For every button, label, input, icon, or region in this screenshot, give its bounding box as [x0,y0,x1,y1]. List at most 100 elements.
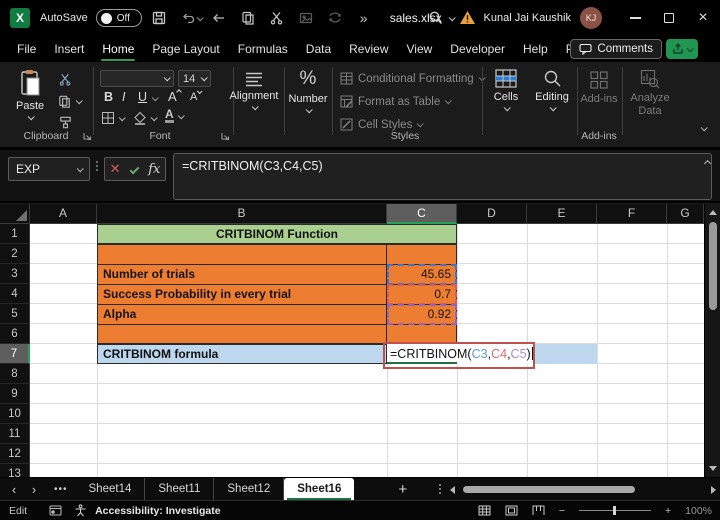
cells-button[interactable]: Cells [488,69,524,111]
new-sheet-button[interactable]: + [398,481,407,498]
scroll-right-icon[interactable] [711,486,716,494]
ribbon-tab[interactable]: Help [514,36,557,62]
alignment-button[interactable]: Alignment [226,71,282,110]
cancel-entry-button[interactable]: ✕ [110,161,121,177]
picture-button[interactable] [294,6,318,30]
cell-b6[interactable] [98,325,387,345]
font-dialog-launcher[interactable] [220,131,230,141]
search-button[interactable] [428,10,444,26]
formula-input[interactable]: =CRITBINOM(C3,C4,C5) [173,153,712,200]
cut-button-ribbon[interactable] [58,72,73,87]
autosave-toggle[interactable]: Off [96,9,142,27]
row-header-cell[interactable]: 3 [0,264,30,284]
ribbon-tab[interactable]: Insert [45,36,93,62]
format-as-table-button[interactable]: Format as Table [340,95,450,108]
row-header-cell[interactable]: 11 [0,424,30,444]
cell-b4-label[interactable]: Success Probability in every trial [98,285,387,304]
column-header-cell[interactable]: E [527,204,597,224]
ribbon-tab[interactable]: File [8,36,45,62]
row-header-cell[interactable]: 8 [0,364,30,384]
analyze-data-button[interactable]: Analyze Data [627,69,673,118]
normal-view-button[interactable] [478,505,491,516]
more-commands-button[interactable]: » [352,6,376,30]
underline-dropdown-icon[interactable] [152,94,159,101]
font-color-button[interactable]: A [165,109,183,123]
cells-area[interactable]: CRITBINOM Function Number of trials 45.6… [30,224,704,477]
font-name-select[interactable] [100,70,174,87]
zoom-slider[interactable] [579,510,651,511]
number-button[interactable]: % Number [286,68,330,113]
cell-c4-value[interactable]: 0.7 [387,285,456,304]
fill-color-button[interactable] [133,111,156,125]
workbook-title[interactable]: sales.xlsx [390,11,454,25]
ribbon-tab[interactable]: Home [93,36,143,62]
scroll-up-icon[interactable] [709,210,717,215]
prev-sheet-button[interactable]: ‹ [4,482,24,497]
row-header-cell[interactable]: 4 [0,284,30,304]
italic-button[interactable]: I [122,90,125,104]
save-button[interactable] [147,6,171,30]
maximize-button[interactable] [652,0,686,36]
sheet-tab[interactable]: Sheet12 [214,478,284,501]
collapse-ribbon-icon[interactable] [701,124,708,131]
addins-button[interactable]: Add-ins [580,70,618,105]
ribbon-tab[interactable]: Formulas [229,36,297,62]
column-header-cell[interactable]: C [387,204,457,224]
all-sheets-button[interactable]: ••• [54,484,68,495]
cell-c5-value[interactable]: 0.92 [387,305,456,324]
sheet-tab[interactable]: Sheet16 [284,478,354,501]
cell-b2[interactable] [98,245,387,264]
sheet-tab[interactable]: Sheet14 [76,478,146,501]
column-header-cell[interactable]: G [667,204,704,224]
cell-b7-label[interactable]: CRITBINOM formula [97,344,387,364]
row-header-cell[interactable]: 13 [0,464,30,477]
bold-button[interactable]: B [104,90,113,104]
accessibility-button[interactable] [74,504,87,517]
row-header-cell[interactable]: 6 [0,324,30,344]
zoom-slider-thumb[interactable] [613,506,616,515]
share-button[interactable] [666,39,698,59]
ribbon-tab[interactable]: Review [340,36,397,62]
column-header-cell[interactable]: A [30,204,97,224]
cell-b3-label[interactable]: Number of trials [98,265,387,284]
cell-b5-label[interactable]: Alpha [98,305,387,324]
grow-font-button[interactable]: A [168,89,181,104]
zoom-out-button[interactable]: − [559,505,565,517]
row-header-cell[interactable]: 7 [0,344,30,364]
table-row[interactable]: Success Probability in every trial 0.7 [98,285,456,305]
page-layout-view-button[interactable] [505,505,518,516]
cell-c2[interactable] [387,245,456,264]
format-painter-button[interactable] [58,115,73,130]
avatar[interactable]: KJ [580,7,602,29]
horizontal-scrollbar[interactable] [450,482,716,497]
underline-button[interactable]: U [138,90,147,104]
close-button[interactable]: × [686,0,720,36]
ribbon-tab[interactable]: Developer [441,36,514,62]
copy-button[interactable] [236,6,260,30]
shrink-font-button[interactable]: A [190,90,201,103]
formula-bar-handle[interactable] [96,161,98,171]
page-break-view-button[interactable] [532,505,545,516]
user-name-label[interactable]: Kunal Jai Kaushik [484,12,571,24]
table-row[interactable]: Number of trials 45.65 [98,265,456,285]
macro-record-button[interactable] [49,505,62,516]
cell-title-b1[interactable]: CRITBINOM Function [97,224,457,244]
excel-logo-icon[interactable]: X [10,8,30,28]
vertical-scrollbar[interactable] [704,204,720,477]
table-row[interactable]: Alpha 0.92 [98,305,456,325]
clipboard-dialog-launcher[interactable] [82,131,92,141]
row-header-cell[interactable]: 1 [0,224,30,244]
column-header-cell[interactable]: F [597,204,667,224]
redo-button[interactable] [207,6,231,30]
alert-button[interactable] [459,10,475,26]
editing-button[interactable]: Editing [530,69,574,111]
borders-button[interactable] [101,111,124,125]
ribbon-tab[interactable]: Data [297,36,340,62]
column-header-cell[interactable]: D [457,204,527,224]
row-header-cell[interactable]: 2 [0,244,30,264]
font-size-select[interactable]: 14 [178,70,211,87]
scroll-left-icon[interactable] [450,486,455,494]
row-header-cell[interactable]: 9 [0,384,30,404]
ribbon-tab[interactable]: Page Layout [143,36,228,62]
scroll-down-icon[interactable] [709,466,717,471]
